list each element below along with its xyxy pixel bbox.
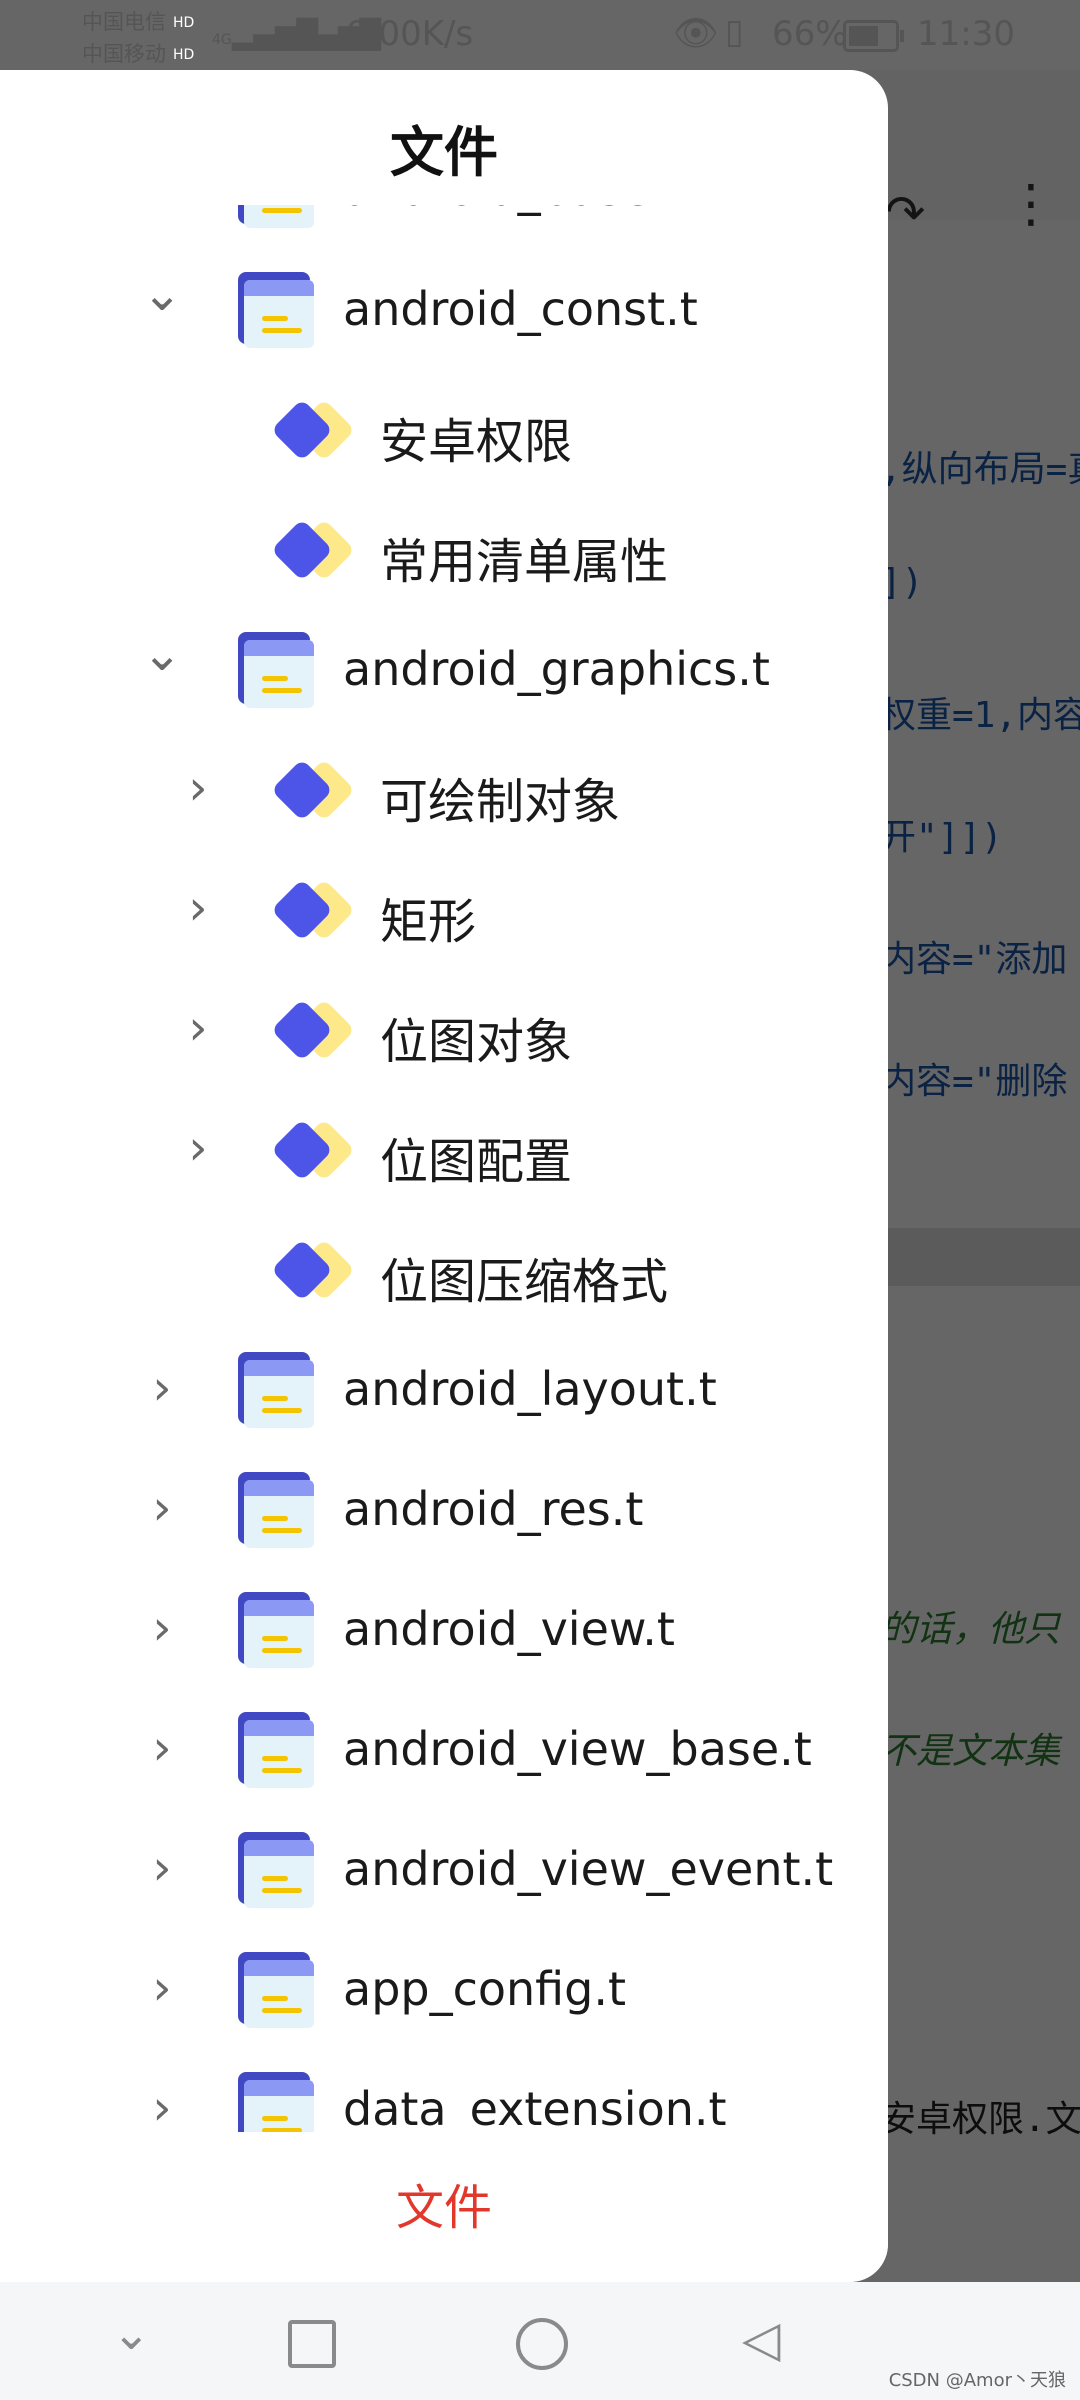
tree-item-file[interactable]: › android_base.t (0, 205, 888, 250)
file-icon (238, 632, 314, 708)
chevron-right-icon[interactable]: › (178, 1004, 218, 1052)
tree-item-label: android_graphics.t (343, 642, 770, 696)
tree-item-class[interactable]: › 矩形 (0, 860, 888, 970)
tree-item-file[interactable]: › android_res.t (0, 1460, 888, 1570)
tree-item-label: data_extension.t (343, 2082, 727, 2136)
class-icon (270, 1238, 356, 1306)
tree-item-label: android_view.t (343, 1602, 675, 1656)
class-icon (270, 758, 356, 826)
chevron-right-icon[interactable]: › (142, 1484, 182, 1532)
drawer-bottom-bar: 文件 (0, 2132, 888, 2282)
chevron-right-icon[interactable]: › (142, 205, 182, 212)
tree-item-class[interactable]: 位图压缩格式 (0, 1220, 888, 1330)
file-icon (238, 1592, 314, 1668)
vibrate-icon: ▯ (725, 12, 744, 52)
file-icon (238, 1472, 314, 1548)
file-icon (238, 1832, 314, 1908)
tree-item-label: 位图压缩格式 (380, 1254, 669, 1310)
drawer-title: 文件 (390, 121, 498, 184)
carrier-1: 中国电信 HD (82, 6, 198, 36)
tree-item-file[interactable]: › app_config.t (0, 1940, 888, 2050)
chevron-down-icon[interactable]: ⌄ (112, 2306, 151, 2360)
file-drawer: 文件 › android_base.t ⌄ android_const.t 安卓权限常用… (0, 70, 888, 2282)
tree-item-label: app_config.t (343, 1962, 627, 2016)
tree-item-label: 可绘制对象 (380, 774, 621, 830)
carrier-2: 中国移动 HD (82, 38, 198, 68)
status-bar: 中国电信 HD 中国移动 HD 4G▂▄▆█ 4G▂▄▆█ 0.00K/s 👁 ▯ … (0, 0, 1080, 70)
eye-comfort-icon: 👁 (673, 13, 719, 54)
chevron-right-icon[interactable]: › (178, 884, 218, 932)
hd-badge: HD (170, 47, 198, 63)
home-button[interactable] (516, 2318, 568, 2370)
file-tree[interactable]: › android_base.t ⌄ android_const.t 安卓权限常用清单属… (0, 205, 888, 2198)
tree-item-class[interactable]: 常用清单属性 (0, 500, 888, 610)
chevron-down-icon[interactable]: ⌄ (142, 270, 182, 318)
tree-item-class[interactable]: › 位图对象 (0, 980, 888, 1090)
file-icon (238, 272, 314, 348)
tree-item-file[interactable]: › android_view.t (0, 1580, 888, 1690)
tree-item-label: android_res.t (343, 1482, 644, 1536)
watermark: CSDN @Amor丶天狼 (888, 2370, 1066, 2391)
tree-item-file[interactable]: › android_view_base.t (0, 1700, 888, 1810)
file-icon (238, 1352, 314, 1428)
tree-item-label: android_base.t (343, 205, 683, 216)
battery-percent: 66% (772, 14, 848, 54)
tree-item-label: 位图配置 (380, 1134, 573, 1190)
navigation-bar: ⌄ ◁ CSDN @Amor丶天狼 (0, 2282, 1080, 2400)
tree-item-label: android_view_base.t (343, 1722, 812, 1776)
chevron-right-icon[interactable]: › (142, 1364, 182, 1412)
tree-item-label: 安卓权限 (380, 414, 573, 470)
file-icon (238, 1712, 314, 1788)
file-icon (238, 205, 314, 228)
tree-item-label: 位图对象 (380, 1014, 573, 1070)
back-button[interactable]: ◁ (742, 2310, 780, 2368)
class-icon (270, 878, 356, 946)
class-icon (270, 398, 356, 466)
battery-icon (843, 20, 904, 52)
chevron-right-icon[interactable]: › (142, 2084, 182, 2132)
chevron-right-icon[interactable]: › (178, 764, 218, 812)
tree-item-class[interactable]: › 可绘制对象 (0, 740, 888, 850)
chevron-right-icon[interactable]: › (142, 1844, 182, 1892)
tree-item-label: android_const.t (343, 282, 698, 336)
recent-apps-button[interactable] (288, 2320, 336, 2368)
class-icon (270, 998, 356, 1066)
tree-item-label: 矩形 (380, 894, 477, 950)
tree-item-file[interactable]: › android_layout.t (0, 1340, 888, 1450)
tree-item-file[interactable]: ⌄ android_graphics.t (0, 620, 888, 730)
chevron-right-icon[interactable]: › (178, 1124, 218, 1172)
file-icon (238, 1952, 314, 2028)
chevron-right-icon[interactable]: › (142, 1604, 182, 1652)
tree-item-label: android_view_event.t (343, 1842, 834, 1896)
tree-item-class[interactable]: 安卓权限 (0, 380, 888, 490)
tree-item-file[interactable]: › android_view_event.t (0, 1820, 888, 1930)
clock: 11:30 (917, 14, 1015, 54)
tree-item-label: android_layout.t (343, 1362, 717, 1416)
tree-item-file[interactable]: ⌄ android_const.t (0, 260, 888, 370)
class-icon (270, 1118, 356, 1186)
network-speed: 0.00K/s (346, 14, 474, 54)
chevron-down-icon[interactable]: ⌄ (142, 630, 182, 678)
hd-badge: HD (170, 15, 198, 31)
tree-item-label: 常用清单属性 (380, 534, 669, 590)
chevron-right-icon[interactable]: › (142, 1724, 182, 1772)
tab-files[interactable]: 文件 (0, 2168, 888, 2238)
chevron-right-icon[interactable]: › (142, 1964, 182, 2012)
class-icon (270, 518, 356, 586)
tree-item-class[interactable]: › 位图配置 (0, 1100, 888, 1210)
